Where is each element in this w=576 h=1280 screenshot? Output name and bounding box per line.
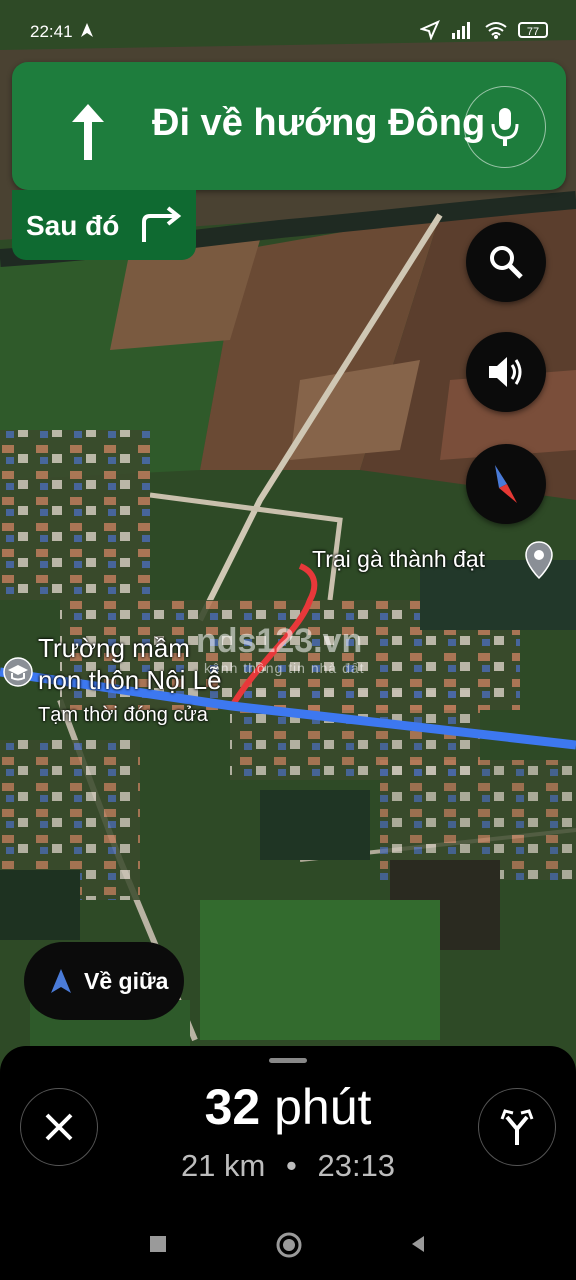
sound-button[interactable] — [466, 332, 546, 412]
volume-icon — [489, 357, 522, 387]
up-arrow-icon — [72, 104, 104, 160]
place-label[interactable]: Trại gà thành đạt — [312, 546, 485, 573]
navigation-arrow-icon — [81, 23, 93, 37]
search-icon — [490, 246, 523, 279]
school-label[interactable]: Trường mầm non thôn Nội Lễ — [38, 632, 222, 696]
cellular-signal-icon — [452, 22, 470, 39]
sheet-handle[interactable] — [269, 1058, 307, 1063]
then-banner[interactable]: Sau đó — [12, 190, 196, 260]
direction-banner[interactable]: Đi về hướng Đông — [12, 62, 566, 190]
then-label: Sau đó — [26, 210, 120, 241]
compass-button[interactable] — [466, 444, 546, 524]
battery-icon: 77 — [518, 22, 548, 38]
recenter-label: Về giữa — [84, 967, 169, 994]
voice-button[interactable] — [464, 86, 546, 168]
watermark-text: nds123.vn — [196, 622, 363, 660]
duration-number: 32 — [204, 1079, 261, 1135]
place-pin-icon[interactable] — [524, 540, 554, 580]
trip-distance: 21 km — [180, 1148, 266, 1183]
school-name-line1: Trường mầm — [38, 633, 190, 663]
system-nav-bar — [0, 1220, 576, 1280]
school-name-line2: non thôn Nội Lễ — [38, 665, 222, 695]
recents-icon[interactable] — [148, 1234, 168, 1254]
direction-instruction: Đi về hướng Đông — [152, 102, 486, 144]
compass-icon — [495, 465, 517, 503]
alternate-routes-button[interactable] — [478, 1088, 556, 1166]
location-arrow-icon — [420, 20, 440, 40]
school-icon[interactable] — [2, 656, 34, 698]
microphone-icon — [491, 108, 519, 146]
navigation-arrow-icon — [51, 969, 71, 993]
duration-unit: phút — [260, 1079, 372, 1135]
school-status: Tạm thời đóng cửa — [38, 704, 208, 726]
trip-sheet[interactable]: 32 phút 21 km • 23:13 — [0, 1046, 576, 1220]
arrival-time: 23:13 — [317, 1148, 396, 1183]
search-button[interactable] — [466, 222, 546, 302]
back-icon[interactable] — [408, 1234, 428, 1254]
clock: 22:41 — [30, 22, 73, 41]
summary-separator: • — [285, 1148, 297, 1183]
recenter-button[interactable]: Về giữa — [24, 942, 184, 1020]
status-bar: 22:41 77 — [0, 0, 576, 62]
status-icons: 77 — [420, 20, 548, 40]
home-icon[interactable] — [276, 1232, 302, 1258]
wifi-icon — [485, 22, 507, 39]
alternate-route-icon — [500, 1109, 534, 1145]
turn-right-icon — [142, 206, 182, 242]
watermark-tagline: kênh thông tin nhà đất — [204, 660, 365, 676]
